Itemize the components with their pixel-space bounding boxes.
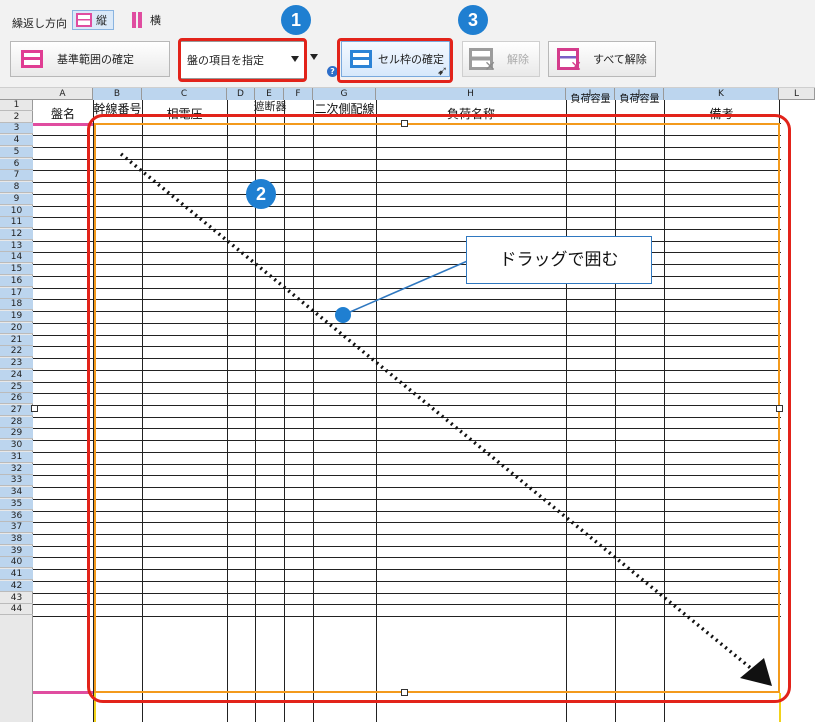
- header-breaker: 遮断器: [228, 98, 312, 115]
- row-header[interactable]: 44: [0, 604, 33, 616]
- header-load-capacity-1: 負荷容量: [570, 94, 611, 105]
- header-panel-name: 盤名: [50, 107, 75, 121]
- direction-horizontal-toggle[interactable]: 横: [128, 10, 165, 30]
- spreadsheet[interactable]: A B C D E F G H I J K L 1 2 3 4 5 6 7 8 9 10 11 12 1…: [0, 88, 815, 722]
- row-header[interactable]: 43: [0, 593, 33, 604]
- column-header-a[interactable]: A: [33, 88, 93, 100]
- confirm-base-range-label: 基準範囲の確定: [57, 53, 134, 66]
- row-header[interactable]: 2: [0, 112, 33, 123]
- row-header[interactable]: 27: [0, 404, 33, 416]
- row-header[interactable]: 30: [0, 440, 33, 452]
- column-header-c[interactable]: C: [142, 88, 227, 100]
- step-2-marker: 2: [246, 179, 276, 209]
- step-1-marker: 1: [281, 5, 311, 35]
- row-header[interactable]: 42: [0, 580, 33, 592]
- callout-dot: [335, 307, 351, 323]
- highlight-drag-area: [87, 114, 791, 703]
- row-header[interactable]: 40: [0, 557, 33, 569]
- row-header[interactable]: 34: [0, 487, 33, 499]
- row-header[interactable]: 35: [0, 498, 33, 510]
- clear-all-label: すべて解除: [593, 53, 647, 66]
- row-header[interactable]: 28: [0, 416, 33, 428]
- row-header[interactable]: 13: [0, 240, 33, 252]
- row-header[interactable]: 32: [0, 463, 33, 475]
- row-header[interactable]: 16: [0, 275, 33, 287]
- clear-icon: [469, 48, 496, 75]
- row-header[interactable]: 12: [0, 229, 33, 241]
- row-header[interactable]: 29: [0, 428, 33, 440]
- row-header[interactable]: 9: [0, 193, 33, 205]
- row-header[interactable]: 26: [0, 393, 33, 405]
- vertical-layout-icon: [76, 13, 92, 27]
- panel-options-dropdown-icon[interactable]: [310, 54, 318, 60]
- column-header-bar: A B C D E F G H I J K L: [0, 88, 815, 100]
- row-header[interactable]: 23: [0, 358, 33, 370]
- base-range-bottom-marker: [33, 691, 93, 694]
- row-header[interactable]: 41: [0, 569, 33, 581]
- base-range-top-marker: [33, 123, 93, 126]
- highlight-confirm-cell-frame: [337, 38, 453, 83]
- row-header[interactable]: 21: [0, 334, 33, 346]
- confirm-base-range-button[interactable]: 基準範囲の確定: [10, 41, 170, 77]
- clear-button[interactable]: 解除: [462, 41, 540, 77]
- horizontal-layout-icon: [132, 12, 146, 28]
- clear-all-icon: [557, 48, 582, 75]
- direction-label: 繰返し方向: [12, 17, 67, 30]
- base-range-icon: [21, 50, 43, 68]
- row-header[interactable]: 24: [0, 369, 33, 381]
- step-3-marker: 3: [458, 5, 488, 35]
- row-header[interactable]: 6: [0, 158, 33, 170]
- row-header[interactable]: 36: [0, 510, 33, 522]
- row-header[interactable]: 14: [0, 252, 33, 264]
- row-header[interactable]: 1: [0, 100, 33, 111]
- column-header-k[interactable]: K: [664, 88, 779, 100]
- row-header[interactable]: 18: [0, 299, 33, 311]
- row-header[interactable]: 8: [0, 182, 33, 194]
- drag-instruction-callout: ドラッグで囲む: [466, 236, 652, 284]
- direction-horizontal-label: 横: [150, 14, 161, 27]
- column-header-h[interactable]: H: [376, 88, 566, 100]
- row-header[interactable]: 3: [0, 123, 33, 135]
- row-header[interactable]: 10: [0, 205, 33, 217]
- row-header[interactable]: 25: [0, 381, 33, 393]
- header-load-capacity-2: 負荷容量: [619, 94, 660, 105]
- row-header[interactable]: 22: [0, 346, 33, 358]
- column-header-b[interactable]: B: [93, 88, 142, 100]
- row-header[interactable]: 38: [0, 534, 33, 545]
- row-header[interactable]: 19: [0, 311, 33, 323]
- row-header[interactable]: 17: [0, 287, 33, 299]
- highlight-panel-item-select: [178, 38, 307, 82]
- row-header[interactable]: 7: [0, 170, 33, 182]
- column-header-g[interactable]: G: [313, 88, 376, 100]
- row-header[interactable]: 31: [0, 451, 33, 463]
- clear-label: 解除: [507, 53, 529, 66]
- row-header[interactable]: 4: [0, 135, 33, 147]
- direction-vertical-label: 縦: [96, 14, 107, 27]
- direction-vertical-toggle[interactable]: 縦: [72, 10, 114, 30]
- resize-handle-left[interactable]: [31, 405, 38, 412]
- row-header[interactable]: 5: [0, 146, 33, 158]
- row-header[interactable]: 33: [0, 475, 33, 487]
- row-header[interactable]: 39: [0, 545, 33, 557]
- column-header-l[interactable]: L: [779, 88, 815, 100]
- row-header-bar: 1 2 3 4 5 6 7 8 9 10 11 12 13 14 15 16 17 18 19 20 21 22 23 24 2…: [0, 100, 33, 722]
- row-header[interactable]: 37: [0, 522, 33, 534]
- clear-all-button[interactable]: すべて解除: [548, 41, 656, 77]
- callout-leader-line: [343, 258, 473, 316]
- row-header[interactable]: 15: [0, 264, 33, 276]
- row-header[interactable]: 20: [0, 322, 33, 334]
- row-header[interactable]: 11: [0, 217, 33, 229]
